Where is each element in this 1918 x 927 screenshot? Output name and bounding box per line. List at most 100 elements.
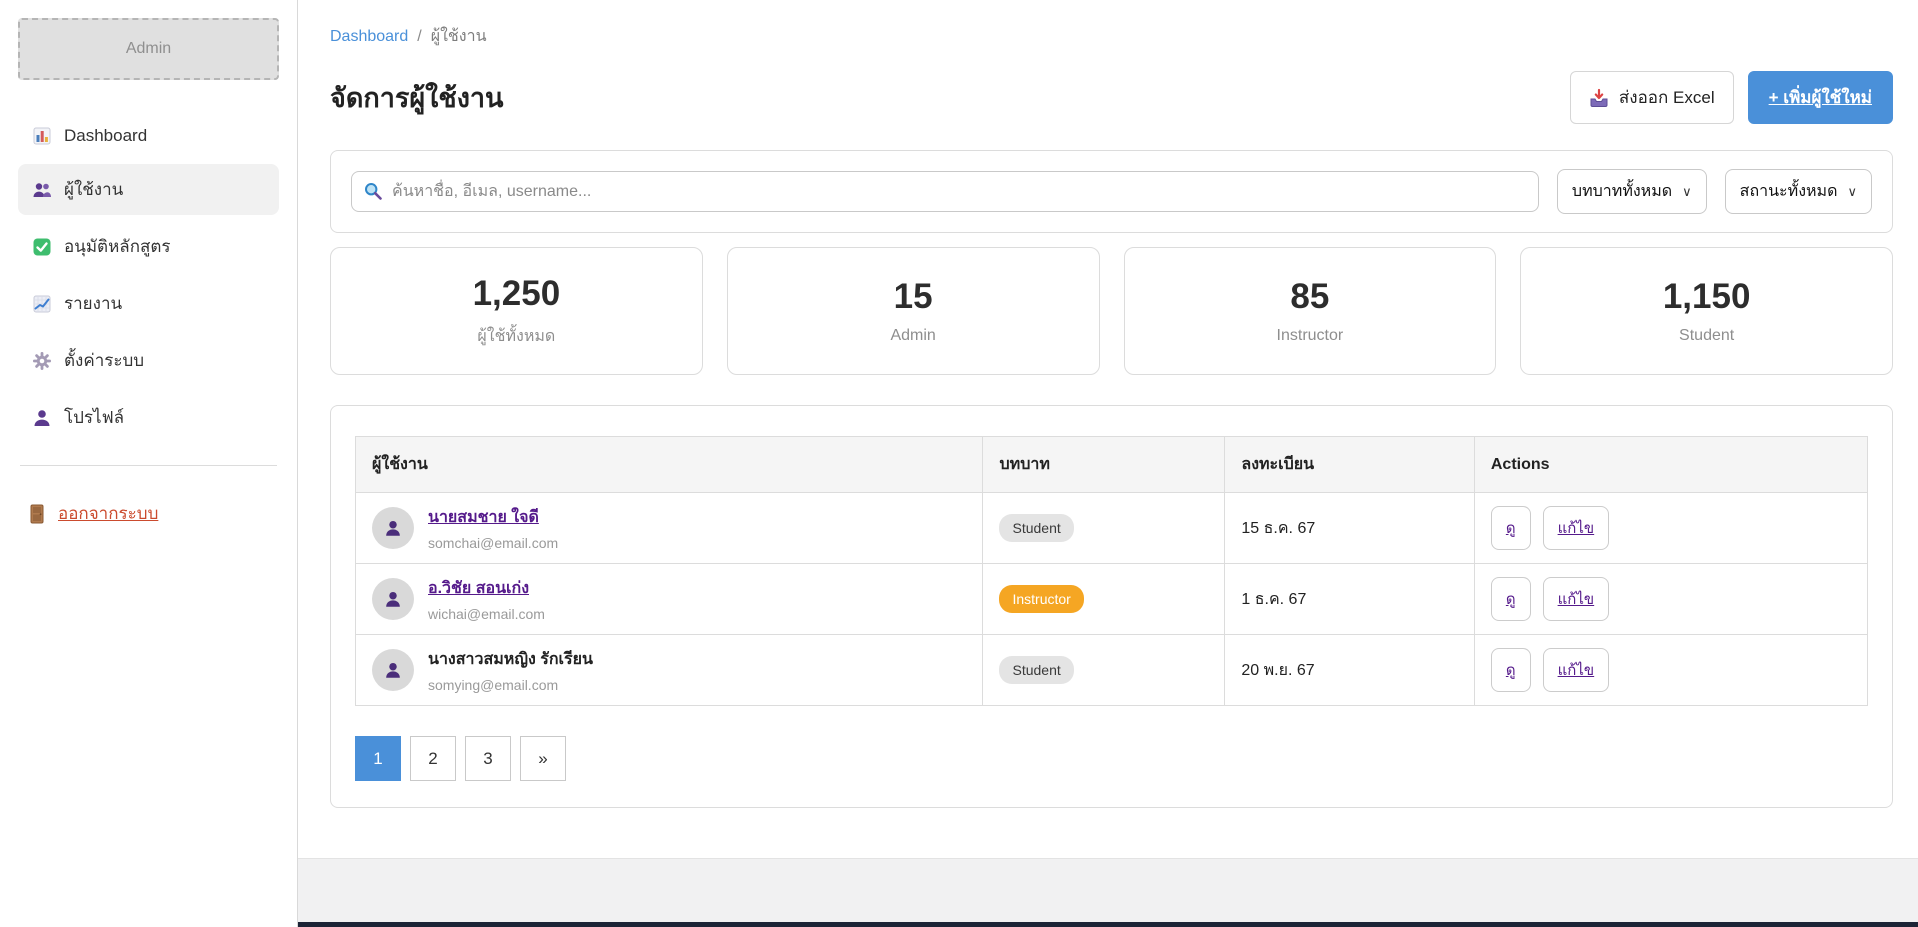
user-name-link[interactable]: นายสมชาย ใจดี [428, 509, 539, 526]
role-badge-student: Student [999, 656, 1073, 684]
table-row: นางสาวสมหญิง รักเรียน somying@email.com … [356, 635, 1868, 706]
sidebar-item-users[interactable]: ผู้ใช้งาน [18, 164, 279, 215]
view-button[interactable]: ดู [1491, 648, 1531, 692]
users-icon [32, 180, 52, 200]
stat-card-instructor: 85 Instructor [1124, 247, 1497, 375]
table-row: อ.วิชัย สอนเก่ง wichai@email.com Instruc… [356, 564, 1868, 635]
stat-label: Instructor [1277, 327, 1344, 345]
sidebar-item-label: ผู้ใช้งาน [64, 176, 123, 203]
breadcrumb-current: ผู้ใช้งาน [431, 24, 487, 49]
registered-date: 1 ธ.ค. 67 [1225, 564, 1474, 635]
sidebar-item-settings[interactable]: ตั้งค่าระบบ [18, 335, 279, 386]
user-cell: นายสมชาย ใจดี somchai@email.com [372, 505, 966, 551]
registered-date: 15 ธ.ค. 67 [1225, 493, 1474, 564]
user-email: somying@email.com [428, 677, 593, 693]
sidebar-item-label: อนุมัติหลักสูตร [64, 233, 171, 260]
bar-chart-icon [32, 126, 52, 146]
view-button[interactable]: ดู [1491, 577, 1531, 621]
add-user-button[interactable]: + เพิ่มผู้ใช้ใหม่ [1748, 71, 1893, 124]
user-cell: อ.วิชัย สอนเก่ง wichai@email.com [372, 576, 966, 622]
status-filter-select[interactable]: สถานะทั้งหมด ∨ [1725, 169, 1872, 214]
stat-card-student: 1,150 Student [1520, 247, 1893, 375]
user-cell: นางสาวสมหญิง รักเรียน somying@email.com [372, 647, 966, 693]
breadcrumb: Dashboard / ผู้ใช้งาน [330, 24, 1893, 49]
search-input[interactable] [351, 171, 1539, 212]
breadcrumb-separator: / [417, 28, 421, 46]
sidebar-nav: Dashboard ผู้ใช้งาน อนุมัติหลักสูตร รายง… [18, 114, 279, 443]
stat-value: 1,250 [473, 274, 561, 314]
role-filter-select[interactable]: บทบาททั้งหมด ∨ [1557, 169, 1707, 214]
sidebar-item-label: ตั้งค่าระบบ [64, 347, 144, 374]
row-actions: ดู แก้ไข [1491, 506, 1851, 550]
page-button-next[interactable]: » [520, 736, 566, 781]
user-email: wichai@email.com [428, 606, 545, 622]
footer-strip [298, 858, 1918, 922]
sidebar: Admin Dashboard ผู้ใช้งาน อนุมัติหลักสูต… [0, 0, 298, 927]
sidebar-item-dashboard[interactable]: Dashboard [18, 114, 279, 158]
col-header-registered: ลงทะเบียน [1225, 437, 1474, 493]
status-filter-value: สถานะทั้งหมด [1740, 179, 1838, 204]
chart-up-icon [32, 294, 52, 314]
role-filter-value: บทบาททั้งหมด [1572, 179, 1672, 204]
table-row: นายสมชาย ใจดี somchai@email.com Student … [356, 493, 1868, 564]
users-table: ผู้ใช้งาน บทบาท ลงทะเบียน Actions [355, 436, 1868, 706]
search-wrap [351, 171, 1539, 212]
sidebar-item-label: รายงาน [64, 290, 122, 317]
avatar [372, 649, 414, 691]
page-button-2[interactable]: 2 [410, 736, 456, 781]
stat-label: Student [1679, 327, 1734, 345]
stat-value: 85 [1290, 277, 1329, 317]
stat-cards: 1,250 ผู้ใช้ทั้งหมด 15 Admin 85 Instruct… [330, 247, 1893, 375]
person-icon [32, 408, 52, 428]
user-name-link[interactable]: อ.วิชัย สอนเก่ง [428, 580, 529, 597]
pagination: 1 2 3 » [355, 736, 1868, 781]
admin-brand-box: Admin [18, 18, 279, 80]
sidebar-item-reports[interactable]: รายงาน [18, 278, 279, 329]
page-header: จัดการผู้ใช้งาน ส่งออก Excel + เพิ่มผู้ใ… [330, 71, 1893, 124]
col-header-actions: Actions [1474, 437, 1867, 493]
chevron-down-icon: ∨ [1847, 184, 1857, 200]
sidebar-item-course-approval[interactable]: อนุมัติหลักสูตร [18, 221, 279, 272]
col-header-role: บทบาท [983, 437, 1225, 493]
row-actions: ดู แก้ไข [1491, 577, 1851, 621]
col-header-user: ผู้ใช้งาน [356, 437, 983, 493]
edit-button[interactable]: แก้ไข [1543, 648, 1610, 692]
edit-button[interactable]: แก้ไข [1543, 577, 1610, 621]
avatar [372, 578, 414, 620]
search-icon [363, 181, 383, 201]
edit-button[interactable]: แก้ไข [1543, 506, 1610, 550]
sidebar-divider [20, 465, 277, 466]
stat-card-admin: 15 Admin [727, 247, 1100, 375]
user-email: somchai@email.com [428, 535, 558, 551]
logout-label: ออกจากระบบ [58, 500, 158, 527]
page-button-3[interactable]: 3 [465, 736, 511, 781]
view-button[interactable]: ดู [1491, 506, 1531, 550]
filter-bar: บทบาททั้งหมด ∨ สถานะทั้งหมด ∨ [330, 150, 1893, 233]
page-title: จัดการผู้ใช้งาน [330, 76, 504, 119]
logout-link[interactable]: ออกจากระบบ [18, 494, 279, 533]
inbox-tray-icon [1589, 88, 1609, 108]
header-actions: ส่งออก Excel + เพิ่มผู้ใช้ใหม่ [1570, 71, 1893, 124]
registered-date: 20 พ.ย. 67 [1225, 635, 1474, 706]
breadcrumb-dashboard-link[interactable]: Dashboard [330, 28, 408, 46]
table-header-row: ผู้ใช้งาน บทบาท ลงทะเบียน Actions [356, 437, 1868, 493]
stat-label: Admin [890, 327, 935, 345]
stat-label: ผู้ใช้ทั้งหมด [477, 324, 555, 349]
role-badge-student: Student [999, 514, 1073, 542]
sidebar-item-profile[interactable]: โปรไฟล์ [18, 392, 279, 443]
stat-value: 15 [894, 277, 933, 317]
export-excel-label: ส่งออก Excel [1619, 84, 1715, 111]
add-user-label: + เพิ่มผู้ใช้ใหม่ [1769, 84, 1872, 111]
users-table-card: ผู้ใช้งาน บทบาท ลงทะเบียน Actions [330, 405, 1893, 808]
export-excel-button[interactable]: ส่งออก Excel [1570, 71, 1734, 124]
user-name: นางสาวสมหญิง รักเรียน [428, 651, 593, 668]
stat-value: 1,150 [1663, 277, 1751, 317]
main-area: Dashboard / ผู้ใช้งาน จัดการผู้ใช้งาน ส่… [298, 0, 1918, 927]
row-actions: ดู แก้ไข [1491, 648, 1851, 692]
gear-icon [32, 351, 52, 371]
page-button-1[interactable]: 1 [355, 736, 401, 781]
check-icon [32, 237, 52, 257]
role-badge-instructor: Instructor [999, 585, 1083, 613]
avatar [372, 507, 414, 549]
sidebar-item-label: โปรไฟล์ [64, 404, 124, 431]
